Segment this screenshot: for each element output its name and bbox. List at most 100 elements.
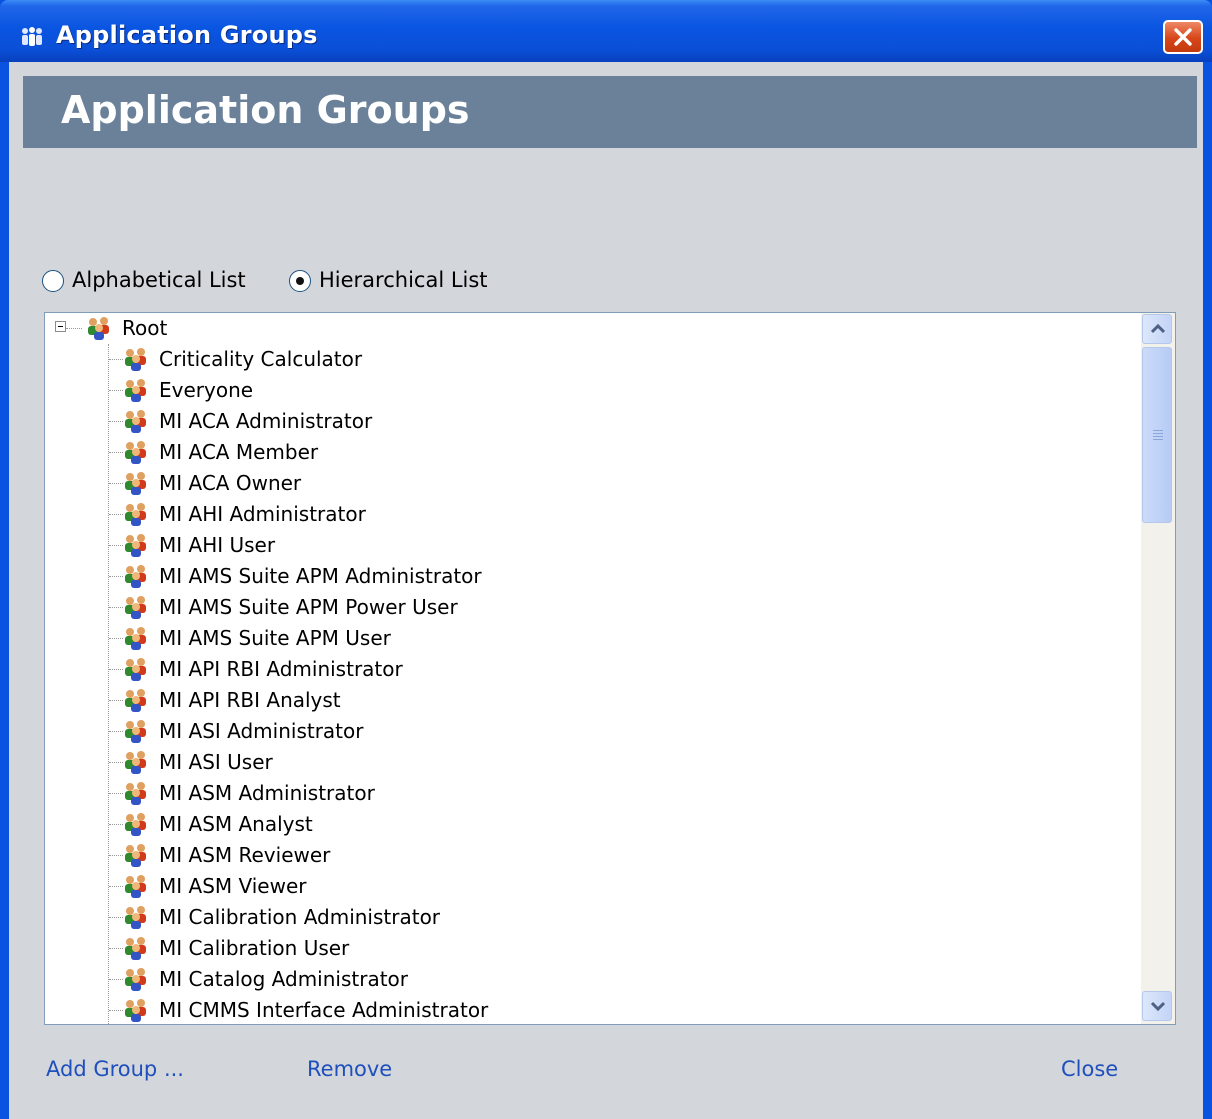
scroll-up-button[interactable] [1142, 314, 1172, 344]
user-group-icon [125, 472, 146, 495]
user-group-icon [125, 441, 146, 464]
tree-node[interactable]: Everyone [45, 375, 645, 406]
header-banner: Application Groups [23, 76, 1197, 148]
alphabetical-label[interactable]: Alphabetical List [72, 268, 246, 292]
user-group-icon [125, 627, 146, 650]
user-group-icon [125, 968, 146, 991]
user-group-icon [88, 317, 109, 340]
dialog-client-area: Application Groups Alphabetical List Hie… [9, 62, 1203, 1119]
tree-node-label: Root [122, 316, 168, 340]
tree-node-label: MI ACA Owner [159, 471, 302, 495]
user-group-icon [125, 751, 146, 774]
tree-node-label: MI AMS Suite APM User [159, 626, 391, 650]
user-group-icon [125, 937, 146, 960]
tree-connector [109, 483, 123, 484]
tree-node[interactable]: MI API RBI Analyst [45, 685, 645, 716]
tree-node[interactable]: MI ASI Administrator [45, 716, 645, 747]
tree-connector [109, 390, 123, 391]
tree-node-label: MI API RBI Administrator [159, 657, 403, 681]
vertical-scrollbar[interactable] [1141, 313, 1175, 1024]
remove-link[interactable]: Remove [307, 1057, 392, 1081]
hierarchical-radio[interactable] [289, 270, 311, 292]
tree-node[interactable]: MI ASM Viewer [45, 871, 645, 902]
tree-node[interactable]: MI ASM Reviewer [45, 840, 645, 871]
user-group-icon [125, 782, 146, 805]
user-group-icon [125, 379, 146, 402]
tree-node[interactable]: MI API RBI Administrator [45, 654, 645, 685]
close-x-icon [1174, 28, 1192, 46]
tree-connector [109, 1010, 123, 1011]
tree-node[interactable]: MI AMS Suite APM Administrator [45, 561, 645, 592]
thumb-grip-line [1153, 439, 1163, 440]
user-group-icon [125, 906, 146, 929]
group-tree[interactable]: Root Criticality Calculator Everyone MI AC… [44, 312, 1176, 1025]
tree-node[interactable]: MI Catalog Administrator [45, 964, 645, 995]
tree-node[interactable]: MI ACA Owner [45, 468, 645, 499]
tree-node[interactable]: Criticality Calculator [45, 344, 645, 375]
tree-node[interactable]: MI Calibration User [45, 933, 645, 964]
tree-node[interactable]: MI ACA Member [45, 437, 645, 468]
tree-connector [109, 700, 123, 701]
chevron-up-icon [1151, 324, 1165, 334]
tree-node[interactable]: MI Calibration Administrator [45, 902, 645, 933]
radio-selected-dot [296, 277, 304, 285]
tree-connector [109, 359, 123, 360]
tree-node-label: Everyone [159, 378, 254, 402]
hierarchical-label[interactable]: Hierarchical List [319, 268, 488, 292]
tree-node-label: MI ASM Reviewer [159, 843, 331, 867]
user-group-icon [125, 410, 146, 433]
tree-node[interactable]: MI AMS Suite APM Power User [45, 592, 645, 623]
thumb-grip-line [1153, 433, 1163, 434]
user-group-icon [125, 999, 146, 1022]
close-link[interactable]: Close [1061, 1057, 1118, 1081]
user-group-icon [125, 875, 146, 898]
window-title: Application Groups [56, 21, 318, 49]
tree-connector [109, 669, 123, 670]
user-group-icon [125, 658, 146, 681]
app-group-icon [22, 27, 42, 46]
tree-node-label: MI ASM Viewer [159, 874, 307, 898]
window-close-button[interactable] [1163, 20, 1203, 54]
hierarchical-option[interactable]: Hierarchical List [289, 268, 499, 296]
tree-connector [66, 328, 82, 329]
tree-node-label: Criticality Calculator [159, 347, 363, 371]
thumb-grip-line [1153, 430, 1163, 431]
tree-node[interactable]: MI AHI Administrator [45, 499, 645, 530]
tree-connector [109, 576, 123, 577]
alphabetical-radio[interactable] [42, 270, 64, 292]
tree-connector [109, 545, 123, 546]
page-title: Application Groups [61, 88, 470, 132]
tree-connector [109, 731, 123, 732]
tree-node-label: MI CMMS Interface Administrator [159, 998, 489, 1022]
tree-connector [109, 948, 123, 949]
tree-connector [109, 452, 123, 453]
collapse-toggle-icon[interactable] [55, 321, 66, 332]
title-bar[interactable]: Application Groups [0, 0, 1212, 62]
user-group-icon [125, 348, 146, 371]
tree-node[interactable]: MI AMS Suite APM User [45, 623, 645, 654]
scroll-thumb[interactable] [1142, 347, 1172, 523]
tree-connector [109, 824, 123, 825]
tree-node-label: MI Calibration User [159, 936, 350, 960]
tree-node[interactable]: MI ASM Analyst [45, 809, 645, 840]
tree-connector [109, 886, 123, 887]
add-group-link[interactable]: Add Group ... [46, 1057, 184, 1081]
tree-connector [109, 421, 123, 422]
tree-node-label: MI AMS Suite APM Administrator [159, 564, 482, 588]
tree-node-label: MI ACA Member [159, 440, 319, 464]
tree-connector [109, 917, 123, 918]
tree-node[interactable]: MI ASI User [45, 747, 645, 778]
tree-connector [109, 793, 123, 794]
tree-connector [109, 979, 123, 980]
tree-node-label: MI AHI Administrator [159, 502, 366, 526]
tree-node-root[interactable]: Root [45, 313, 445, 344]
alphabetical-option[interactable]: Alphabetical List [42, 268, 252, 296]
scroll-down-button[interactable] [1142, 991, 1172, 1021]
tree-node[interactable]: MI ACA Administrator [45, 406, 645, 437]
tree-node[interactable]: MI ASM Administrator [45, 778, 645, 809]
user-group-icon [125, 565, 146, 588]
tree-node-label: MI API RBI Analyst [159, 688, 341, 712]
tree-node[interactable]: MI AHI User [45, 530, 645, 561]
tree-node-label: MI ASI Administrator [159, 719, 364, 743]
tree-node[interactable]: MI CMMS Interface Administrator [45, 995, 645, 1024]
